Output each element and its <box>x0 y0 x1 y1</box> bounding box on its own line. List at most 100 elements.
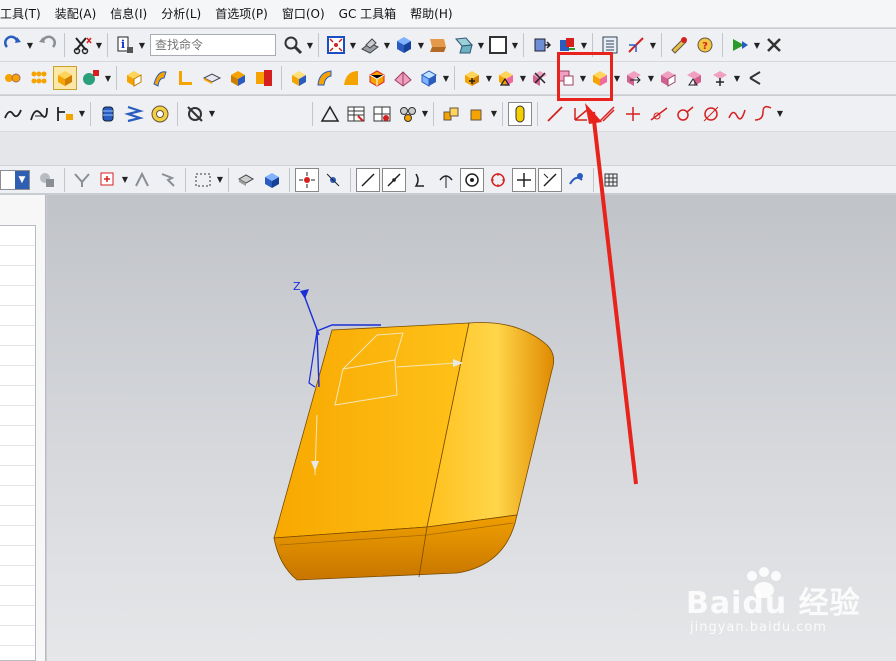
menu-window[interactable]: 窗口(O) <box>275 0 332 28</box>
dropdown-icon[interactable]: ▼ <box>121 168 129 192</box>
sketch-icon[interactable] <box>1 102 25 126</box>
triangle-icon[interactable] <box>318 102 342 126</box>
cut-icon[interactable] <box>70 33 94 57</box>
gear-icon[interactable] <box>183 102 207 126</box>
snap-diagonal-icon[interactable] <box>382 167 406 192</box>
helix-icon[interactable] <box>725 102 749 126</box>
dropdown-icon[interactable]: ▼ <box>26 33 34 57</box>
list-item[interactable] <box>0 426 35 446</box>
list-item[interactable] <box>0 406 35 426</box>
table-icon[interactable] <box>344 102 368 126</box>
blend-icon[interactable] <box>339 66 363 90</box>
dropdown-icon[interactable]: ▼ <box>216 168 224 192</box>
delete-face-icon[interactable] <box>528 66 552 90</box>
list-item[interactable] <box>0 566 35 586</box>
pad-icon[interactable] <box>313 66 337 90</box>
hole-icon[interactable] <box>226 66 250 90</box>
list-item[interactable] <box>0 526 35 546</box>
dropdown-icon[interactable]: ▼ <box>613 66 621 90</box>
dropdown-icon[interactable]: ▼ <box>349 33 357 57</box>
pattern-icon[interactable] <box>27 66 51 90</box>
dropdown-icon[interactable]: ▼ <box>306 33 314 57</box>
dropdown-icon[interactable]: ▼ <box>753 33 761 57</box>
body-select-icon[interactable] <box>260 168 284 192</box>
snap-midpoint-icon[interactable] <box>321 168 345 192</box>
cylinder-icon[interactable] <box>122 66 146 90</box>
list-item[interactable] <box>0 546 35 566</box>
dropdown-icon[interactable]: ▼ <box>442 66 450 90</box>
part-family-icon[interactable] <box>396 102 420 126</box>
list-item[interactable] <box>0 486 35 506</box>
assembly-part-icon[interactable] <box>439 102 463 126</box>
parallel-line-icon[interactable] <box>595 102 619 126</box>
extrude-icon[interactable] <box>148 66 172 90</box>
unite-icon[interactable] <box>460 66 484 90</box>
spline-icon[interactable] <box>27 102 51 126</box>
play-icon[interactable] <box>728 33 752 57</box>
circle-icon[interactable] <box>699 102 723 126</box>
shell-icon[interactable] <box>391 66 415 90</box>
dropdown-icon[interactable]: ▼ <box>490 102 498 126</box>
offset-region-icon[interactable] <box>494 66 518 90</box>
nut-icon[interactable] <box>148 102 172 126</box>
snap-tangent-icon[interactable] <box>434 168 458 192</box>
undo-icon[interactable] <box>35 33 59 57</box>
dropdown-icon[interactable]: ▼ <box>78 102 86 126</box>
dropdown-icon[interactable]: ▼ <box>647 66 655 90</box>
dropdown-icon[interactable]: ▼ <box>519 66 527 90</box>
window-icon[interactable] <box>486 33 510 57</box>
perpendicular-line-icon[interactable] <box>621 102 645 126</box>
chamfer-icon[interactable] <box>365 66 389 90</box>
menu-gc-toolbox[interactable]: GC 工具箱 <box>332 0 404 28</box>
spring-icon[interactable] <box>96 102 120 126</box>
move-face-icon[interactable] <box>622 66 646 90</box>
list-item[interactable] <box>0 326 35 346</box>
fit-view-icon[interactable] <box>324 33 348 57</box>
pointer-icon[interactable] <box>156 168 180 192</box>
feature-icon[interactable] <box>1 66 25 90</box>
rectangle-select-icon[interactable] <box>191 168 215 192</box>
coil-icon[interactable] <box>122 102 146 126</box>
filter-icon[interactable] <box>70 168 94 192</box>
measure-icon[interactable] <box>667 33 691 57</box>
snap-center-icon[interactable] <box>460 167 484 192</box>
cube-view-icon[interactable] <box>392 33 416 57</box>
snap-intersection-icon[interactable] <box>512 167 536 192</box>
dropdown-icon[interactable]: ▼ <box>417 33 425 57</box>
type-filter-select[interactable]: ▼ <box>0 169 30 190</box>
dropdown-icon[interactable]: ▼ <box>511 33 519 57</box>
list-item[interactable] <box>0 506 35 526</box>
tools-icon[interactable] <box>762 33 786 57</box>
dropdown-icon[interactable]: ▼ <box>733 66 741 90</box>
sweep-icon[interactable] <box>200 66 224 90</box>
dropdown-icon[interactable]: ▼ <box>138 33 146 57</box>
curve-icon[interactable] <box>751 102 775 126</box>
dropdown-icon[interactable]: ▼ <box>421 102 429 126</box>
list-item[interactable] <box>0 226 35 246</box>
menu-preferences[interactable]: 首选项(P) <box>208 0 275 28</box>
analysis-icon[interactable]: ? <box>693 33 717 57</box>
component-icon[interactable] <box>465 102 489 126</box>
dropdown-icon[interactable]: ▼ <box>776 102 784 126</box>
dropdown-icon[interactable]: ▼ <box>95 33 103 57</box>
grid-edit-icon[interactable] <box>370 102 394 126</box>
menu-analysis[interactable]: 分析(L) <box>154 0 208 28</box>
info-icon[interactable]: i <box>113 33 137 57</box>
block-icon[interactable] <box>53 66 77 90</box>
list-item[interactable] <box>0 446 35 466</box>
constraint-icon[interactable] <box>624 33 648 57</box>
snap-line-icon[interactable] <box>356 167 380 192</box>
boss-icon[interactable] <box>252 66 276 90</box>
offset-face-icon[interactable] <box>417 66 441 90</box>
tangent-line-icon[interactable] <box>647 102 671 126</box>
list-item[interactable] <box>0 346 35 366</box>
menu-assembly[interactable]: 装配(A) <box>48 0 104 28</box>
menu-tools[interactable]: 工具(T) <box>0 0 48 28</box>
axes-line-icon[interactable] <box>569 102 593 126</box>
dropdown-icon[interactable]: ▼ <box>104 66 112 90</box>
dropdown-icon[interactable]: ▼ <box>208 102 216 126</box>
background-icon[interactable] <box>426 33 450 57</box>
revolve-icon[interactable] <box>174 66 198 90</box>
solid-select-icon[interactable] <box>234 168 258 192</box>
list-item[interactable] <box>0 586 35 606</box>
